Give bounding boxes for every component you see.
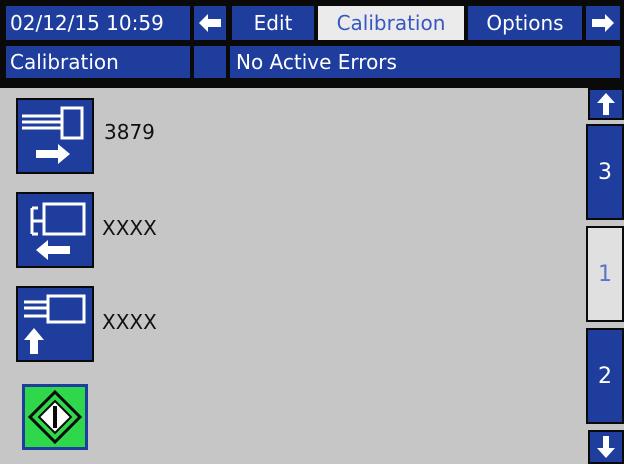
tab-options-label: Options (486, 11, 564, 35)
page-1-button[interactable]: 1 (586, 226, 624, 322)
extend-value: 3879 (104, 120, 155, 144)
retract-left-icon (30, 202, 86, 260)
page-3-button[interactable]: 3 (586, 124, 624, 220)
prev-screen-button[interactable] (194, 6, 226, 40)
next-screen-button[interactable] (586, 6, 620, 40)
datetime-text: 02/12/15 10:59 (10, 11, 164, 35)
clamp-calibration-button[interactable] (16, 286, 94, 362)
datetime-display: 02/12/15 10:59 (6, 6, 190, 40)
tab-calibration-label: Calibration (336, 11, 446, 35)
error-status-bar: No Active Errors (230, 46, 620, 78)
start-button[interactable] (22, 384, 88, 450)
start-diamond-icon (25, 387, 85, 447)
clamp-value: XXXX (102, 310, 157, 334)
extend-calibration-button[interactable] (16, 98, 94, 174)
scroll-up-button[interactable] (588, 88, 624, 120)
page-3-label: 3 (598, 159, 612, 185)
screen-name-display: Calibration (6, 46, 190, 78)
screen-name-text: Calibration (10, 50, 119, 74)
retract-calibration-button[interactable] (16, 192, 94, 268)
arrow-left-icon (199, 14, 221, 32)
arrow-right-icon (592, 14, 614, 32)
extend-right-icon (22, 106, 84, 164)
clamp-up-icon (24, 294, 86, 354)
tab-calibration[interactable]: Calibration (318, 6, 464, 40)
page-1-label: 1 (598, 261, 612, 287)
arrow-up-icon (597, 93, 615, 115)
page-2-label: 2 (598, 363, 612, 389)
tab-options[interactable]: Options (468, 6, 582, 40)
retract-value: XXXX (102, 216, 157, 240)
status-indicator-box (194, 46, 226, 78)
page-2-button[interactable]: 2 (586, 328, 624, 424)
tab-edit[interactable]: Edit (232, 6, 314, 40)
tab-edit-label: Edit (253, 11, 293, 35)
scroll-down-button[interactable] (588, 430, 624, 464)
error-status-text: No Active Errors (236, 50, 397, 74)
arrow-down-icon (597, 436, 615, 458)
